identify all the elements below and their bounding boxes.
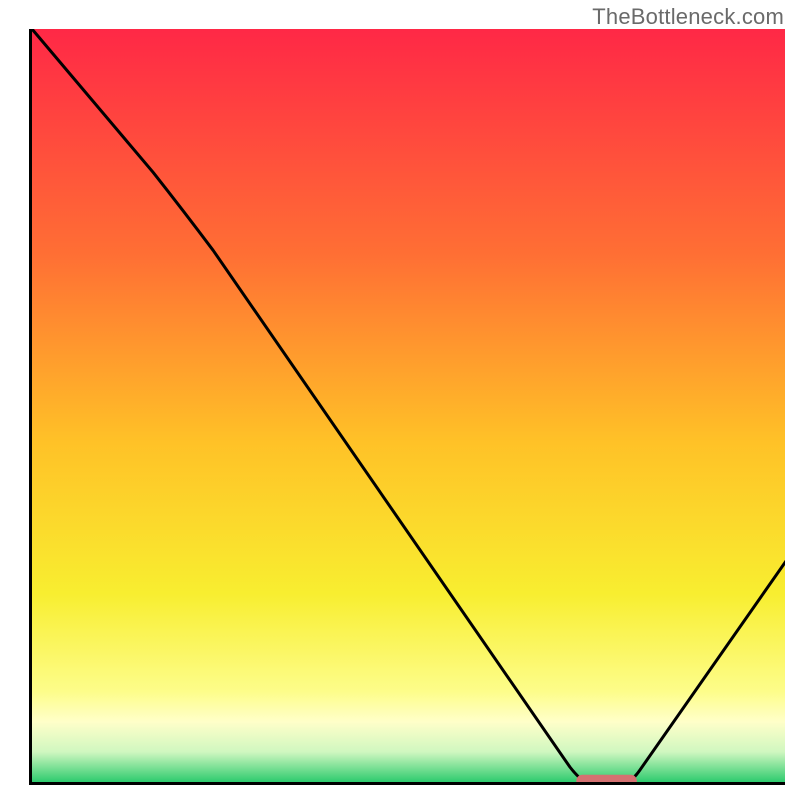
curve-layer <box>32 29 785 785</box>
chart-container: TheBottleneck.com <box>0 0 800 800</box>
optimal-range-marker <box>576 775 636 785</box>
plot-area <box>29 29 785 785</box>
attribution-text: TheBottleneck.com <box>592 4 784 30</box>
bottleneck-curve <box>32 29 785 785</box>
